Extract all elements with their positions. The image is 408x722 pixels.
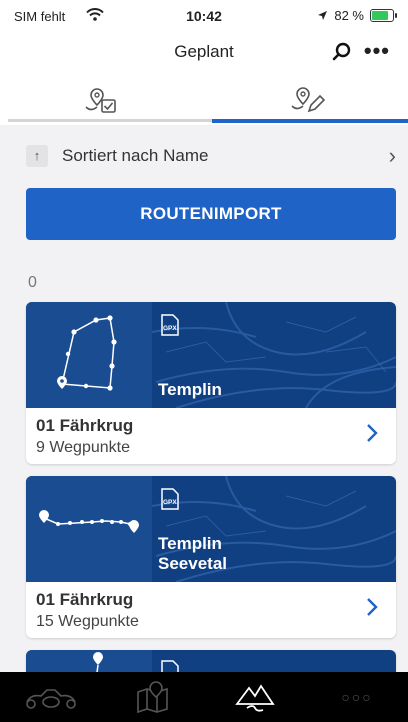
bottom-nav-more[interactable]: ○○○: [306, 672, 408, 722]
battery-icon: [370, 9, 397, 22]
tab-bar: [0, 75, 408, 125]
gpx-file-icon: GPX: [160, 314, 180, 341]
gpx-badge: GPX: [163, 499, 177, 506]
mountain-route-icon: [235, 684, 275, 712]
location-arrow-icon: [318, 11, 328, 20]
sort-label: Sortiert nach Name: [62, 146, 209, 165]
route-shape: [39, 510, 139, 533]
route-map-preview: GPX Templin Seevetal: [26, 476, 396, 582]
route-places: Templin: [158, 380, 222, 400]
chevron-right-icon[interactable]: [366, 596, 378, 624]
search-icon[interactable]: [332, 42, 352, 67]
motorcycle-icon: [26, 689, 76, 709]
bottom-nav-routes[interactable]: [204, 672, 306, 722]
route-import-button[interactable]: ROUTENIMPORT: [26, 188, 396, 240]
route-place: Seevetal: [158, 554, 227, 573]
chevron-right-icon[interactable]: [366, 422, 378, 450]
map-icon: [137, 681, 168, 714]
nav-bar: Geplant •••: [0, 30, 408, 75]
waypoint-edit-icon: [291, 87, 325, 113]
route-places: Templin Seevetal: [158, 534, 227, 574]
route-map-preview: GPX Templin: [26, 302, 396, 408]
route-name: 01 Fährkrug: [36, 590, 134, 609]
route-count: 0: [28, 274, 37, 291]
route-waypoints: 9 Wegpunkte: [36, 439, 130, 456]
battery-percent: 82 %: [334, 8, 364, 23]
more-icon[interactable]: •••: [364, 38, 390, 64]
bottom-nav: ○○○: [0, 672, 408, 722]
bottom-nav-map[interactable]: [102, 672, 204, 722]
route-card[interactable]: GPX Templin 01 Fährkrug 9 Wegpunkte: [26, 302, 396, 464]
route-place: Templin: [158, 380, 222, 399]
status-bar: SIM fehlt 10:42 82 %: [0, 0, 408, 30]
sort-arrow-icon[interactable]: ↑: [26, 145, 48, 167]
chevron-right-icon: ›: [388, 143, 396, 168]
route-shape: [57, 315, 117, 391]
tab-active-indicator: [212, 119, 408, 123]
route-name: 01 Fährkrug: [36, 416, 134, 435]
tab-waypoint-check[interactable]: [0, 75, 204, 125]
bottom-nav-motorcycle[interactable]: [0, 672, 102, 722]
route-place: Templin: [158, 534, 222, 553]
gpx-badge: GPX: [163, 325, 177, 332]
route-waypoints: 15 Wegpunkte: [36, 613, 139, 630]
sort-row[interactable]: ↑ Sortiert nach Name ›: [26, 132, 396, 180]
tab-waypoint-edit[interactable]: [204, 75, 408, 125]
waypoint-check-icon: [85, 88, 116, 113]
route-card[interactable]: GPX Templin Seevetal 01 Fährkrug 15 Wegp…: [26, 476, 396, 638]
gpx-file-icon: GPX: [160, 488, 180, 515]
